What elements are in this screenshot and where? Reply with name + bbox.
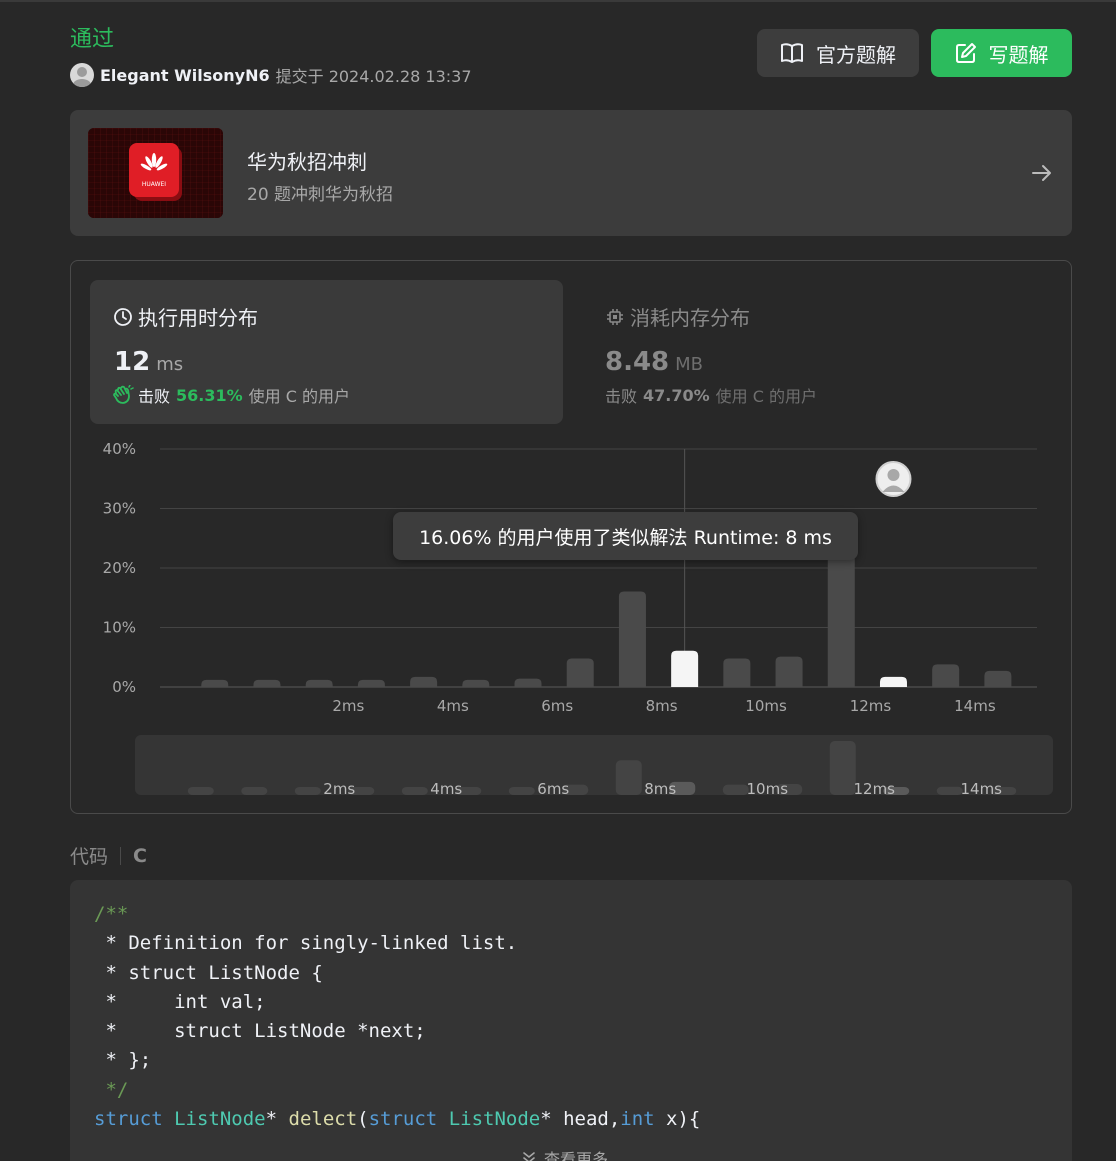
chart-bar [723, 658, 751, 687]
code-line: struct ListNode* delect(struct ListNode*… [94, 1108, 701, 1131]
y-tick-label: 30% [103, 500, 136, 518]
overview-bar [401, 787, 428, 795]
chart-bar [618, 591, 646, 687]
runtime-distribution-chart[interactable]: 40% 30% 20% 10% 0% 2ms 4ms 6ms 8ms 10ms 12ms 14ms 2m… [0, 0, 1116, 820]
chart-bar [253, 679, 281, 687]
chart-bar [775, 656, 803, 687]
code-label: 代码 [70, 846, 109, 868]
overview-x-tick-label: 10ms [747, 780, 789, 798]
x-tick-label: 10ms [745, 697, 787, 715]
code-line: * }; [94, 1049, 152, 1072]
x-tick-label: 6ms [541, 697, 573, 715]
chart-bar [879, 676, 907, 687]
code-divider [120, 846, 122, 865]
overview-bar [936, 786, 963, 795]
x-tick-label: 12ms [850, 697, 892, 715]
show-more-label: 查看更多 [544, 1150, 609, 1161]
overview-x-tick-label: 2ms [323, 780, 355, 798]
chart-overview-strip [135, 735, 1053, 795]
code-line: * struct ListNode *next; [94, 1020, 426, 1043]
overview-x-tick-label: 8ms [644, 780, 676, 798]
code-header: 代码 C [70, 842, 147, 869]
overview-bar [187, 787, 214, 795]
chart-bar [671, 650, 699, 687]
overview-x-tick-label: 14ms [960, 780, 1002, 798]
chart-bar [566, 658, 594, 687]
overview-bar [829, 741, 856, 795]
x-tick-label: 14ms [954, 697, 996, 715]
overview-bar [241, 787, 268, 795]
overview-bar [722, 784, 749, 795]
chart-tooltip: 16.06% 的用户使用了类似解法 Runtime: 8 ms [393, 512, 858, 560]
code-line: * Definition for singly-linked list. [94, 932, 518, 955]
chart-bar [201, 679, 229, 687]
avatar-head [887, 469, 900, 481]
code-language: C [133, 844, 147, 867]
overview-bar [615, 760, 642, 795]
code-line: * int val; [94, 990, 266, 1013]
overview-x-tick-label: 4ms [430, 780, 462, 798]
overview-x-tick-label: 12ms [853, 780, 895, 798]
show-more-button[interactable]: 查看更多 [520, 1146, 608, 1161]
chart-bar [305, 679, 333, 687]
chart-bar [514, 678, 542, 687]
overview-x-tick-label: 6ms [537, 780, 569, 798]
overview-bar [294, 787, 321, 795]
chart-bar [410, 676, 438, 687]
y-tick-label: 10% [103, 619, 136, 637]
x-tick-label: 8ms [646, 697, 678, 715]
chart-bar [984, 670, 1012, 687]
y-tick-label: 20% [103, 559, 136, 577]
chart-bar [827, 538, 855, 687]
chart-bar [462, 679, 490, 687]
chart-bar [357, 679, 385, 687]
chart-bar [932, 664, 960, 687]
code-line: */ [94, 1078, 129, 1101]
y-tick-label: 0% [112, 678, 136, 696]
code-block[interactable]: /** * Definition for singly-linked list.… [70, 880, 1072, 1161]
code-line: * struct ListNode { [94, 961, 323, 984]
chevron-double-down-icon [523, 1152, 535, 1161]
x-tick-label: 4ms [437, 697, 469, 715]
code-content: /** * Definition for singly-linked list.… [94, 900, 700, 1134]
code-line: /** [94, 903, 129, 925]
overview-bar [508, 787, 535, 795]
y-tick-label: 40% [103, 440, 136, 458]
x-tick-label: 2ms [332, 697, 364, 715]
